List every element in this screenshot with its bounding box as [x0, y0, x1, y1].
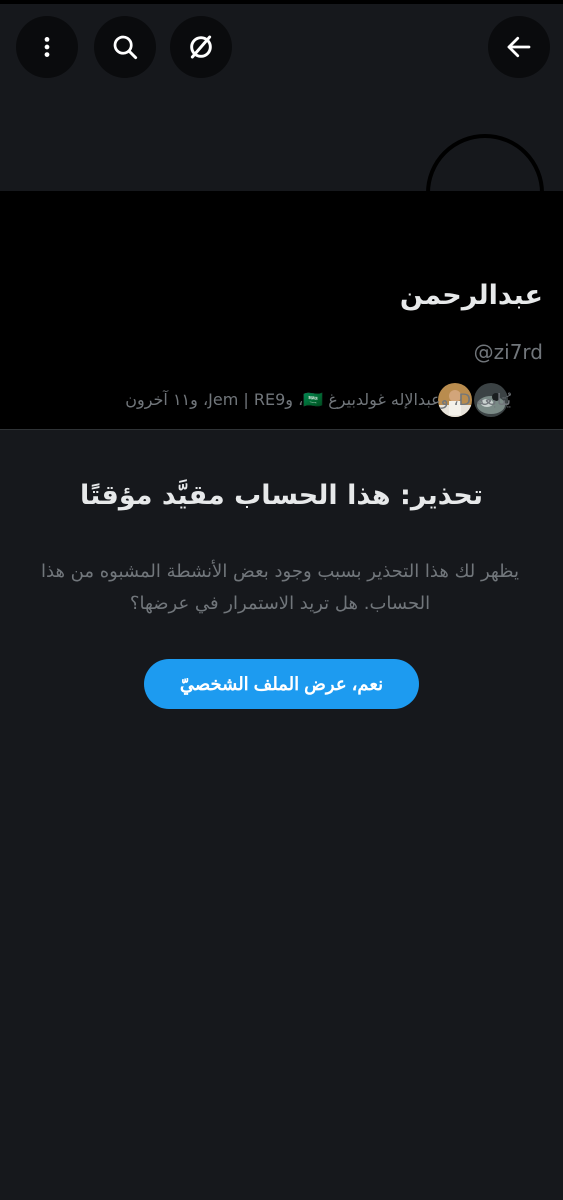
user-handle: @zi7rd	[473, 340, 543, 364]
display-name: عبدالرحمن	[399, 280, 543, 311]
view-profile-button[interactable]: نعم، عرض الملف الشخصيّ	[144, 659, 419, 709]
warning-title: تحذير: هذا الحساب مقيَّد مؤقتًا	[80, 480, 483, 511]
profile-page: عبدالرحمن @zi7rd يُتابعه D، وعبدالإله غو…	[0, 0, 563, 1200]
hide-button[interactable]	[170, 16, 232, 78]
more-vertical-icon	[44, 37, 50, 57]
warning-message: يظهر لك هذا التحذير بسبب وجود بعض الأنشط…	[41, 561, 519, 614]
eye-slash-icon	[190, 35, 212, 59]
search-button[interactable]	[94, 16, 156, 78]
arrow-left-icon	[507, 36, 531, 58]
search-icon	[113, 35, 138, 60]
more-options-button[interactable]	[16, 16, 78, 78]
divider	[0, 429, 563, 430]
back-button[interactable]	[488, 16, 550, 78]
followed-by-text[interactable]: يُتابعه D، وعبدالإله غولدبيرغ 🇸🇦، وJem |…	[121, 390, 511, 409]
